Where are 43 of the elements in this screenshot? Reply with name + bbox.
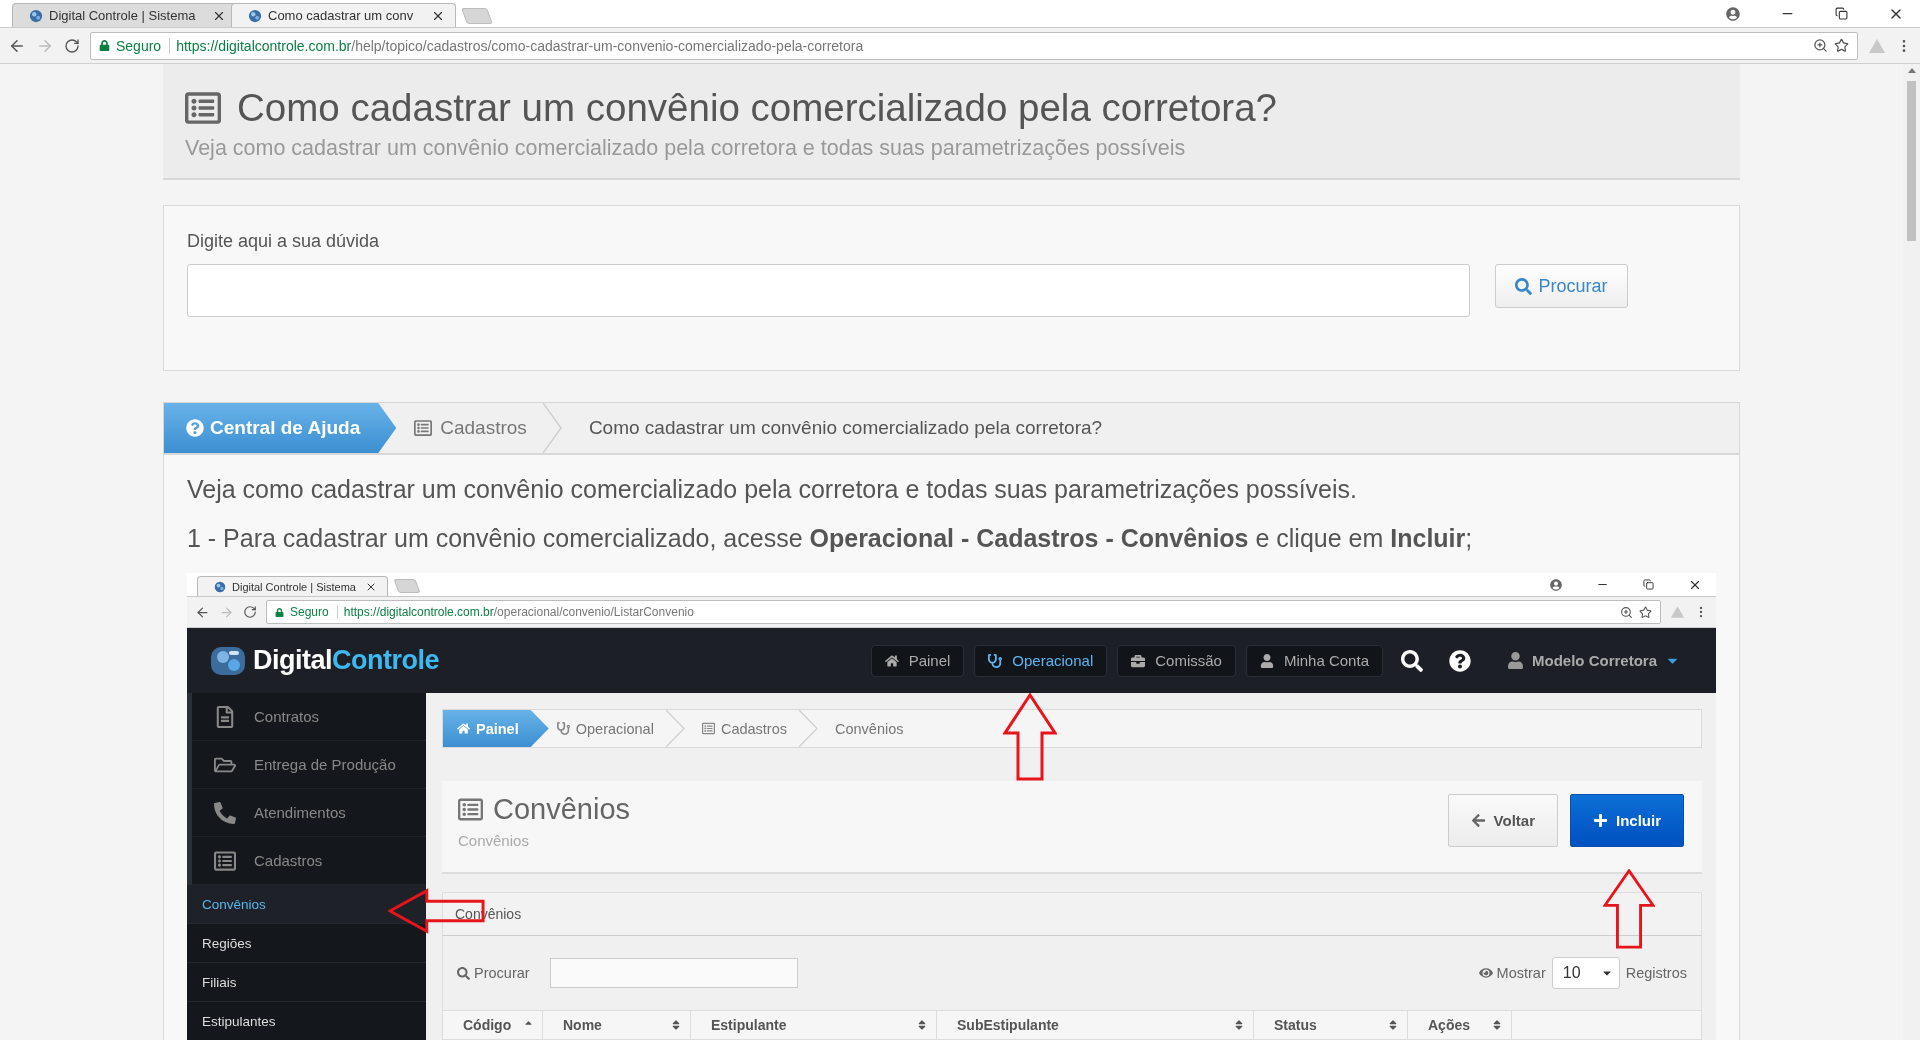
page-subtitle: Veja como cadastrar um convênio comercializado pela corretora e todas suas parametrizações possíveis: [185, 136, 1187, 161]
paragraph: 1 - Para cadastrar um convênio comercializado, acesse Operacional - Cadastros - Convênios e clique em Incluir;: [187, 524, 1474, 553]
column-header[interactable]: Código: [443, 1011, 543, 1039]
security-label: Seguro: [116, 37, 171, 54]
page-title: Convênios: [493, 793, 631, 826]
page-title: Como cadastrar um convênio comercializado pela corretora?: [237, 86, 1277, 130]
records-label: Registros: [1625, 965, 1687, 981]
sidebar-item[interactable]: Filiais: [187, 963, 426, 1002]
sidebar-item[interactable]: Regiões: [187, 924, 426, 963]
column-header[interactable]: Nome: [543, 1011, 691, 1039]
security-label: Seguro: [290, 605, 338, 619]
nav-button[interactable]: Minha Conta: [1245, 644, 1383, 677]
logo-text: DigitalControle: [253, 645, 439, 676]
add-button[interactable]: Incluir: [1570, 794, 1684, 847]
nav-button[interactable]: Operacional: [974, 644, 1108, 677]
column-header[interactable]: Ações: [1408, 1011, 1512, 1039]
sidebar-item[interactable]: Convênios: [187, 885, 426, 924]
search-label: Digite aqui a sua dúvida: [187, 231, 381, 252]
nav-button[interactable]: Painel: [870, 644, 965, 677]
browser-tab[interactable]: Digital Controle | Sistema: [197, 576, 388, 596]
tab-title: Digital Controle | Sistema: [232, 580, 357, 593]
page-subtitle: Convênios: [458, 832, 530, 849]
back-button[interactable]: Voltar: [1447, 794, 1558, 847]
tab-title: Como cadastrar um conv: [268, 8, 415, 23]
column-header[interactable]: Status: [1254, 1011, 1408, 1039]
show-label: Mostrar: [1496, 965, 1546, 981]
url-text: https://digitalcontrole.com.br/help/topico/cadastros/como-cadastrar-um-convenio-comercializado-pela-corretora: [176, 37, 865, 54]
breadcrumb-item[interactable]: Cadastros: [685, 710, 799, 747]
paragraph: Veja como cadastrar um convênio comercializado pela corretora e todas suas parametrizações possíveis.: [187, 475, 1359, 504]
browser-tab[interactable]: Como cadastrar um conv: [231, 3, 456, 27]
column-header[interactable]: SubEstipulante: [937, 1011, 1254, 1039]
page-size-select[interactable]: 10: [1551, 957, 1620, 989]
breadcrumb-item[interactable]: Convênios: [819, 710, 916, 747]
url-text: https://digitalcontrole.com.br/operacional/convenio/ListarConvenio: [343, 605, 695, 619]
search-label: Procurar: [474, 965, 530, 981]
search-button[interactable]: Procurar: [1495, 264, 1628, 308]
breadcrumb-item[interactable]: Como cadastrar um convênio comercializado pela corretora?: [562, 403, 1119, 453]
address-bar[interactable]: Seguro https://digitalcontrole.com.br/operacional/convenio/ListarConvenio: [266, 600, 1661, 624]
tab-title: Digital Controle | Sistema: [49, 8, 197, 23]
address-bar[interactable]: Seguro https://digitalcontrole.com.br/help/topico/cadastros/como-cadastrar-um-convenio-comercializado-pela-corretora: [90, 31, 1858, 60]
column-header[interactable]: Estipulante: [691, 1011, 937, 1039]
nav-button[interactable]: Comissão: [1117, 644, 1236, 677]
user-menu[interactable]: Modelo Corretora: [1501, 651, 1686, 670]
